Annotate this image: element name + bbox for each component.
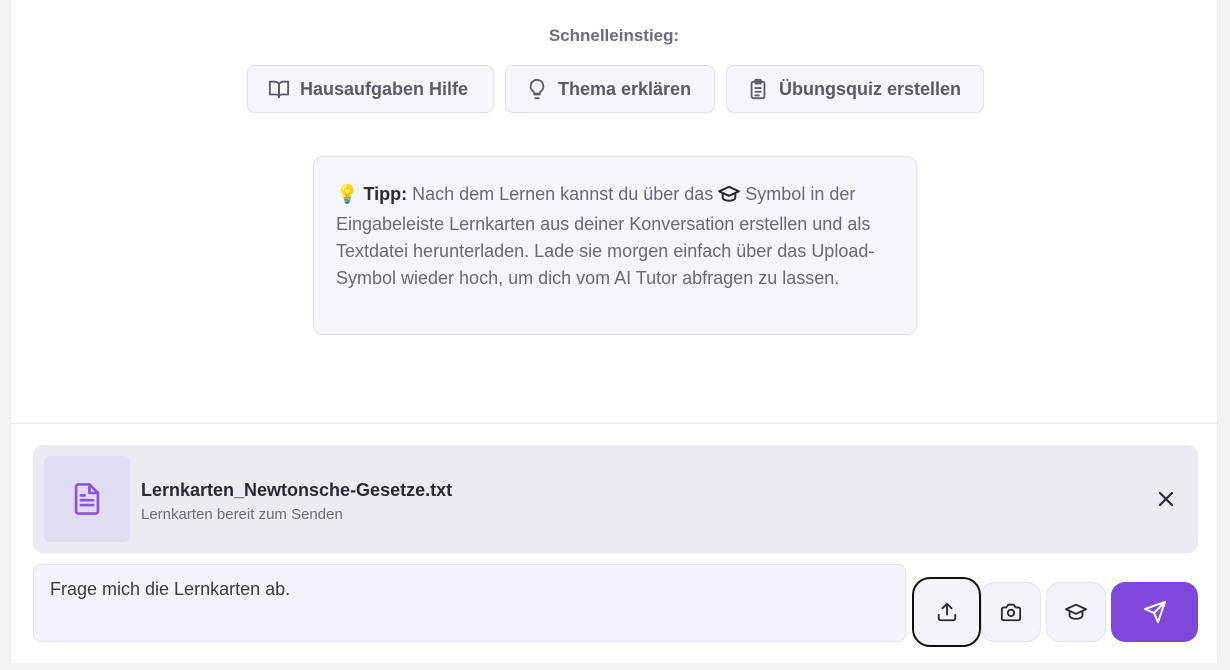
camera-button[interactable] xyxy=(981,582,1041,642)
flashcards-button[interactable] xyxy=(1046,582,1106,642)
tip-label: Tipp: xyxy=(363,184,408,204)
message-input[interactable]: Frage mich die Lernkarten ab. xyxy=(33,564,906,642)
quick-start-title: Schnelleinstieg: xyxy=(548,26,680,45)
camera-icon xyxy=(1000,603,1022,622)
graduation-cap-icon xyxy=(1065,603,1087,620)
composer-divider xyxy=(11,423,1217,424)
file-text-icon xyxy=(74,483,100,515)
close-icon xyxy=(1158,491,1174,507)
attachment-card: Lernkarten_Newtonsche-Gesetze.txt Lernka… xyxy=(33,445,1198,553)
explain-topic-label: Thema erklären xyxy=(558,78,692,99)
create-quiz-label: Übungsquiz erstellen xyxy=(779,78,962,99)
send-icon xyxy=(1143,601,1166,623)
lightbulb-icon xyxy=(529,78,545,100)
book-open-icon xyxy=(268,80,290,99)
clipboard-icon xyxy=(750,78,766,100)
attachment-status: Lernkarten bereit zum Senden xyxy=(141,506,343,523)
create-quiz-button[interactable]: Übungsquiz erstellen xyxy=(726,65,984,113)
chat-panel: Schnelleinstieg: Hausaufgaben Hilfe Them… xyxy=(10,0,1218,663)
file-thumbnail xyxy=(44,456,130,542)
graduation-cap-icon xyxy=(718,184,741,211)
remove-attachment-button[interactable] xyxy=(1156,489,1176,509)
upload-button[interactable] xyxy=(912,577,981,647)
tip-text-before: Nach dem Lernen kannst du über das xyxy=(407,184,719,204)
homework-help-label: Hausaufgaben Hilfe xyxy=(300,78,469,99)
attachment-file-name: Lernkarten_Newtonsche-Gesetze.txt xyxy=(141,480,453,500)
tip-box: 💡 Tipp: Nach dem Lernen kannst du über d… xyxy=(313,156,917,335)
explain-topic-button[interactable]: Thema erklären xyxy=(505,65,715,113)
send-button[interactable] xyxy=(1111,582,1198,642)
lightbulb-emoji: 💡 xyxy=(336,184,359,204)
upload-icon xyxy=(937,602,956,622)
homework-help-button[interactable]: Hausaufgaben Hilfe xyxy=(247,65,494,113)
